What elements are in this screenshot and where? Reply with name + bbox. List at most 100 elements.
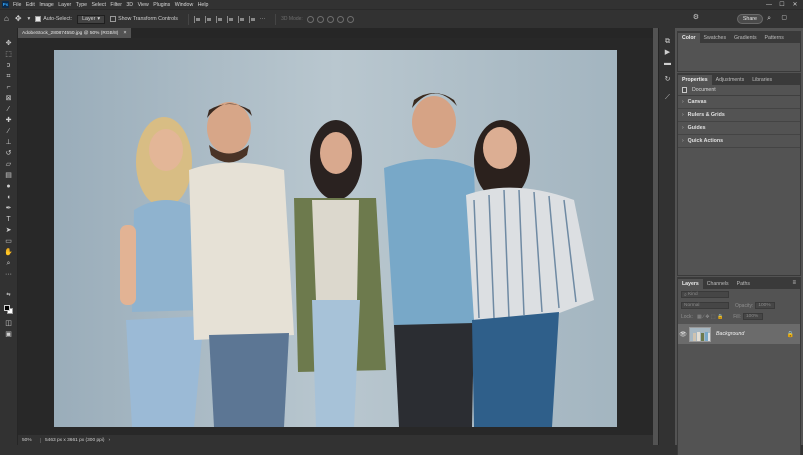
lock-options-icon[interactable]: ▦ ∕ ✥ ⬚ 🔒 (697, 314, 723, 320)
object-selection-tool-icon[interactable]: ⌗ (4, 73, 13, 81)
section-quick-actions[interactable]: › Quick Actions (678, 135, 800, 148)
menu-type[interactable]: Type (76, 2, 87, 8)
layer-name[interactable]: Background (716, 331, 744, 337)
more-options-icon[interactable]: ··· (260, 16, 265, 22)
history-icon[interactable]: ↻ (664, 76, 671, 83)
settings-gear-icon[interactable]: ⚙ (693, 14, 699, 21)
menu-3d[interactable]: 3D (126, 2, 133, 8)
maximize-button[interactable]: ☐ (776, 0, 788, 9)
blend-mode-dropdown[interactable]: Normal (681, 302, 729, 309)
photoshop-logo-icon[interactable]: Ps (2, 1, 9, 8)
3d-pan-icon[interactable] (326, 15, 334, 23)
share-button[interactable]: Share (736, 14, 763, 24)
healing-brush-tool-icon[interactable]: ✚ (4, 117, 13, 125)
tab-layers[interactable]: Layers (678, 279, 703, 289)
section-guides[interactable]: › Guides (678, 122, 800, 135)
tab-color[interactable]: Color (678, 33, 700, 43)
rectangle-tool-icon[interactable]: ▭ (4, 238, 13, 246)
menu-window[interactable]: Window (175, 2, 193, 8)
move-tool-preset-icon[interactable]: ✥ (15, 15, 22, 23)
dodge-tool-icon[interactable]: ◖ (4, 194, 13, 202)
visibility-eye-icon[interactable]: 👁 (678, 331, 688, 338)
layer-kind-filter[interactable]: ⌕ Kind (681, 291, 729, 298)
align-center-icon[interactable] (204, 15, 212, 23)
document-image[interactable] (54, 50, 617, 427)
document-tab[interactable]: AdobeStock_280874550.jpg @ 50% (RGB/8) × (18, 28, 131, 38)
quick-mask-icon[interactable]: ◫ (4, 320, 13, 328)
auto-select-target-dropdown[interactable]: Layer ▾ (77, 14, 106, 24)
menu-view[interactable]: View (138, 2, 149, 8)
workspace-icon[interactable]: ▢ (781, 15, 787, 21)
tab-gradients[interactable]: Gradients (730, 33, 761, 43)
actions-play-icon[interactable]: ▶ (664, 49, 671, 56)
canvas-area[interactable] (18, 38, 653, 435)
fill-field[interactable]: 100% (743, 313, 763, 320)
foreground-color-swatch[interactable] (4, 305, 10, 311)
menu-help[interactable]: Help (198, 2, 209, 8)
align-top-icon[interactable] (226, 15, 234, 23)
panel-menu-icon[interactable]: ≡ (792, 280, 796, 286)
screen-mode-icon[interactable]: ▣ (4, 331, 13, 339)
tool-preset-chevron-icon[interactable]: ▾ (28, 16, 31, 22)
menu-image[interactable]: Image (39, 2, 53, 8)
brush-settings-icon[interactable]: ⟋ (664, 94, 671, 101)
tab-channels[interactable]: Channels (703, 279, 733, 289)
close-window-button[interactable]: ✕ (789, 0, 801, 9)
section-canvas[interactable]: › Canvas (678, 96, 800, 109)
blur-tool-icon[interactable]: ● (4, 183, 13, 191)
pen-tool-icon[interactable]: ✒ (4, 205, 13, 213)
align-right-icon[interactable] (215, 15, 223, 23)
menu-layer[interactable]: Layer (58, 2, 71, 8)
zoom-tool-icon[interactable]: ⌕ (4, 260, 13, 268)
auto-select-checkbox[interactable] (35, 16, 42, 22)
align-bottom-icon[interactable] (248, 15, 256, 23)
menu-file[interactable]: File (13, 2, 21, 8)
marquee-tool-icon[interactable]: ⬚ (4, 51, 13, 59)
zoom-level[interactable]: 50% (22, 438, 40, 443)
history-brush-tool-icon[interactable]: ↺ (4, 150, 13, 158)
opacity-field[interactable]: 100% (755, 302, 776, 309)
tab-adjustments[interactable]: Adjustments (712, 75, 749, 85)
brush-tool-icon[interactable]: ∕ (4, 128, 13, 136)
section-rulers-grids[interactable]: › Rulers & Grids (678, 109, 800, 122)
3d-roll-icon[interactable] (316, 15, 324, 23)
tab-patterns[interactable]: Patterns (761, 33, 788, 43)
hand-tool-icon[interactable]: ✋ (4, 249, 13, 257)
comments-icon[interactable]: ▬ (664, 60, 671, 67)
edit-toolbar-icon[interactable]: ⇆ (4, 291, 13, 299)
menu-select[interactable]: Select (91, 2, 105, 8)
type-tool-icon[interactable]: T (4, 216, 13, 224)
tab-swatches[interactable]: Swatches (700, 33, 731, 43)
clone-stamp-tool-icon[interactable]: ⊥ (4, 139, 13, 147)
menu-filter[interactable]: Filter (110, 2, 122, 8)
3d-orbit-icon[interactable] (306, 15, 314, 23)
status-menu-chevron-icon[interactable]: › (108, 438, 110, 443)
minimize-button[interactable]: — (763, 0, 775, 9)
tab-libraries[interactable]: Libraries (748, 75, 776, 85)
lasso-tool-icon[interactable]: ↄ (4, 62, 13, 70)
more-tools-icon[interactable]: ··· (4, 271, 13, 279)
align-left-icon[interactable] (193, 15, 201, 23)
align-middle-icon[interactable] (237, 15, 245, 23)
close-tab-icon[interactable]: × (123, 30, 126, 36)
eyedropper-tool-icon[interactable]: ⁄ (4, 106, 13, 114)
show-transform-checkbox[interactable] (110, 16, 117, 22)
eraser-tool-icon[interactable]: ▱ (4, 161, 13, 169)
layer-row[interactable]: 👁 Background 🔒 (678, 324, 800, 344)
chevron-right-icon: › (682, 138, 684, 144)
tab-paths[interactable]: Paths (733, 279, 754, 289)
search-icon[interactable]: ⌕ (767, 15, 771, 22)
menu-edit[interactable]: Edit (26, 2, 35, 8)
menu-plugins[interactable]: Plugins (153, 2, 170, 8)
frame-tool-icon[interactable]: ⊠ (4, 95, 13, 103)
auto-select-label: Auto-Select: (43, 16, 73, 22)
tab-properties[interactable]: Properties (678, 75, 712, 85)
3d-slide-icon[interactable] (336, 15, 344, 23)
crop-tool-icon[interactable]: ⌐ (4, 84, 13, 92)
move-tool-icon[interactable]: ✥ (4, 40, 13, 48)
home-icon[interactable]: ⌂ (4, 15, 9, 23)
gradient-tool-icon[interactable]: ▤ (4, 172, 13, 180)
3d-scale-icon[interactable] (346, 15, 354, 23)
history-panel-icon[interactable]: ⧉ (664, 38, 671, 45)
path-selection-tool-icon[interactable]: ➤ (4, 227, 13, 235)
